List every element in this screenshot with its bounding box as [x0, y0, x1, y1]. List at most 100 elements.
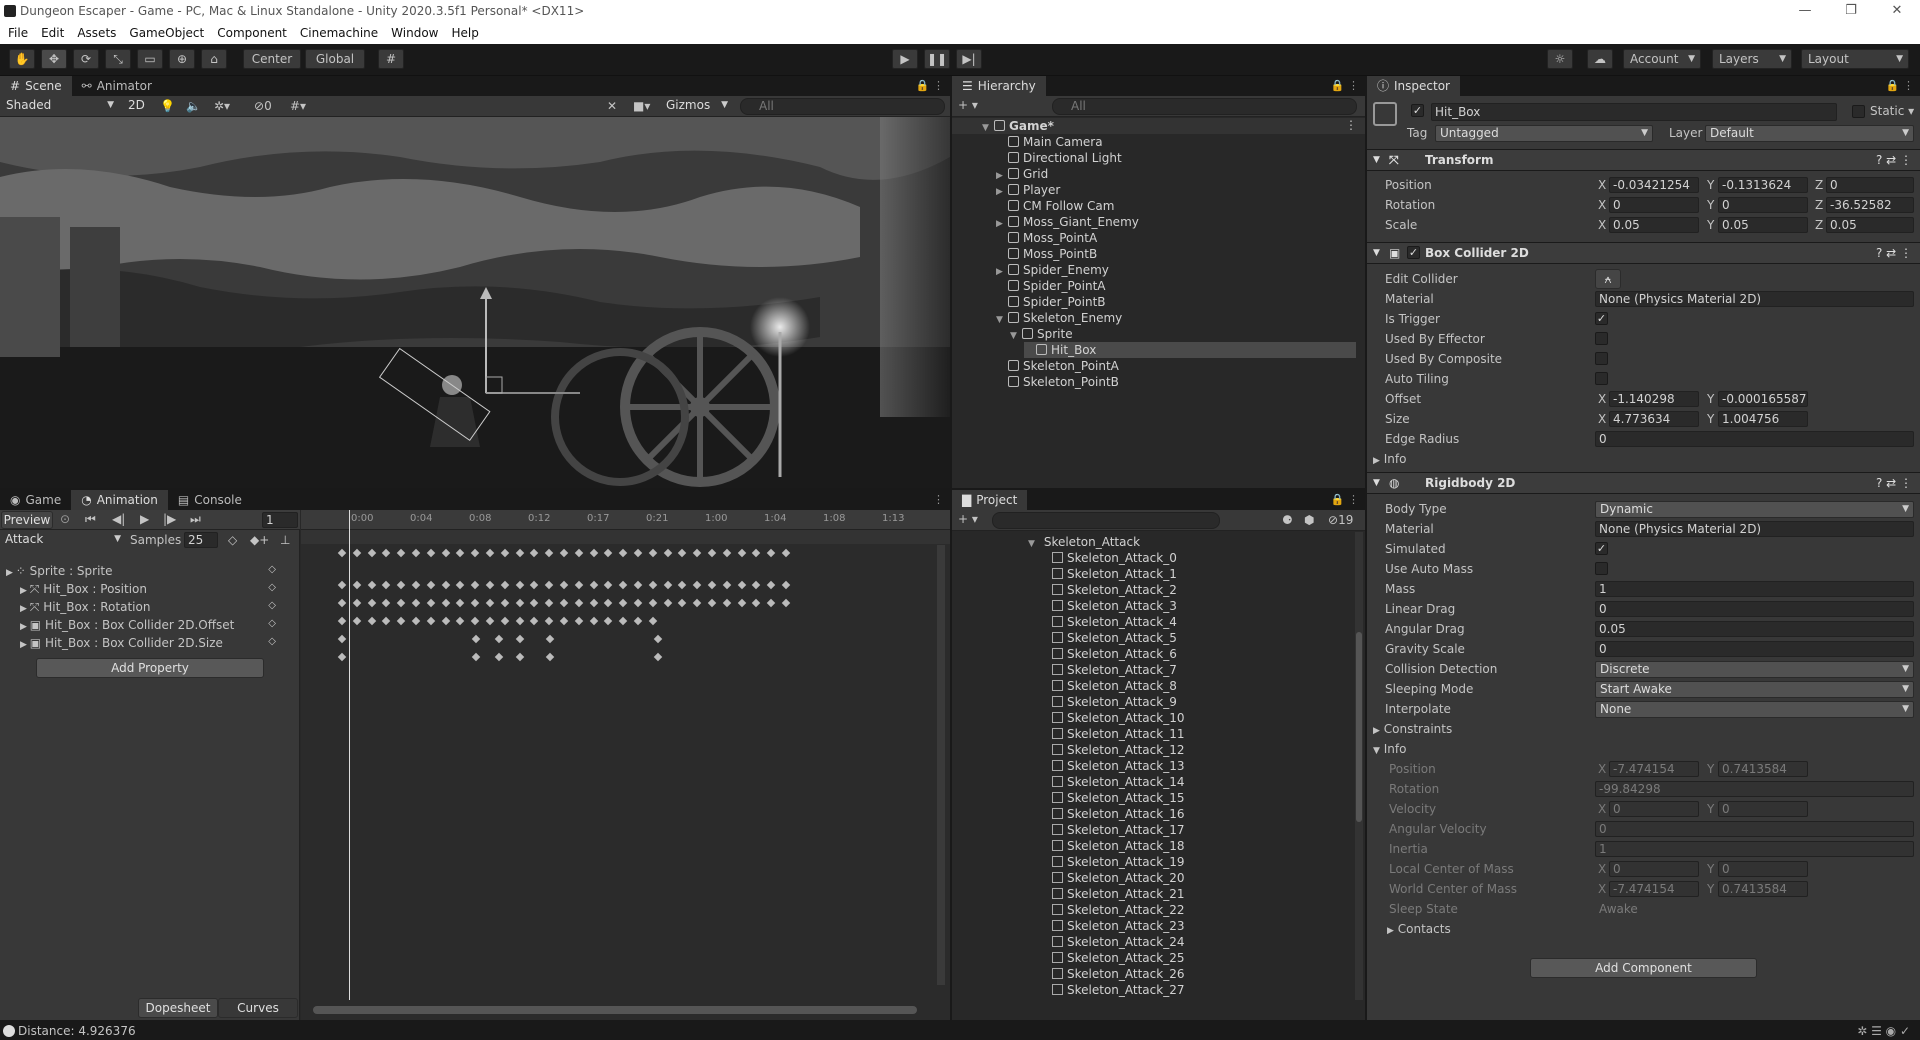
contacts-foldout[interactable]: ▶ Contacts [1387, 922, 1451, 936]
fold-arrow-icon[interactable]: ▼ [1373, 150, 1380, 170]
keyframe-diamond[interactable] [471, 652, 481, 662]
menu-assets[interactable]: Assets [77, 22, 116, 44]
hierarchy-item[interactable]: ▶ Grid [996, 166, 1356, 182]
curves-tab[interactable]: Curves [218, 998, 298, 1018]
auto-tiling-checkbox[interactable] [1595, 372, 1608, 385]
transform-tool-icon[interactable]: ⊕ [169, 49, 195, 69]
hierarchy-item[interactable]: ▶ Player [996, 182, 1356, 198]
property-keyframe-icon[interactable]: ◇ [268, 582, 276, 593]
keyframe-diamond[interactable] [500, 616, 510, 626]
layers-dropdown[interactable]: Layers ▼ [1712, 49, 1792, 69]
add-component-button[interactable]: Add Component [1530, 958, 1757, 978]
keyframe-diamond[interactable] [722, 580, 732, 590]
keyframe-diamond[interactable] [337, 652, 347, 662]
keyframe-diamond[interactable] [494, 652, 504, 662]
hand-tool-icon[interactable]: ✋ [9, 49, 35, 69]
keyframe-diamond[interactable] [633, 580, 643, 590]
keyframe-diamond[interactable] [544, 580, 554, 590]
frame-field[interactable]: 1 [262, 512, 298, 528]
offset-y-field[interactable]: -0.0001655873 [1718, 391, 1808, 407]
scale-y-field[interactable]: 0.05 [1718, 217, 1808, 233]
position-z-field[interactable]: 0 [1826, 177, 1914, 193]
keyframe-diamond[interactable] [618, 598, 628, 608]
scene-menu-icon[interactable]: ⋮ [1345, 118, 1357, 132]
project-asset-item[interactable]: Skeleton_Attack_9 [1052, 694, 1177, 710]
camera-icon[interactable]: ■▾ [633, 99, 650, 113]
keyframe-diamond[interactable] [766, 548, 776, 558]
keyframe-diamond[interactable] [456, 598, 465, 608]
keyframe-diamond[interactable] [441, 548, 450, 558]
timeline-vscroll[interactable] [937, 545, 945, 985]
linear-drag-field[interactable]: 0 [1595, 601, 1914, 617]
keyframe-diamond[interactable] [337, 598, 347, 608]
animated-property-row[interactable]: ▶ ⁘ Sprite : Sprite ◇ [6, 564, 276, 578]
filter-label-icon[interactable]: ⬢ [1304, 513, 1314, 527]
keyframe-diamond[interactable] [337, 580, 347, 590]
keyframe-diamond[interactable] [781, 548, 791, 558]
keyframe-diamond[interactable] [352, 598, 362, 608]
keyframe-diamond[interactable] [574, 580, 584, 590]
layout-dropdown[interactable]: Layout ▼ [1801, 49, 1909, 69]
hierarchy-item[interactable]: Spider_PointB [996, 294, 1356, 310]
project-asset-item[interactable]: Skeleton_Attack_0 [1052, 550, 1177, 566]
keyframe-diamond[interactable] [382, 598, 391, 608]
keyframe-diamond[interactable] [426, 580, 436, 590]
keyframe-diamond[interactable] [456, 616, 465, 626]
pivot-toggle-button[interactable]: Center [243, 49, 301, 69]
size-y-field[interactable]: 1.004756 [1718, 411, 1808, 427]
keyframe-diamond[interactable] [530, 580, 539, 590]
property-keyframe-icon[interactable]: ◇ [268, 564, 276, 575]
project-asset-item[interactable]: Skeleton_Attack_25 [1052, 950, 1184, 966]
project-create-icon[interactable]: + ▾ [958, 512, 978, 526]
keyframe-diamond[interactable] [781, 598, 791, 608]
component-menu-icon[interactable]: ? ⇄ ⋮ [1876, 473, 1912, 493]
keyframe-diamond[interactable] [500, 548, 510, 558]
keyframe-diamond[interactable] [441, 598, 450, 608]
project-asset-item[interactable]: Skeleton_Attack_7 [1052, 662, 1177, 678]
keyframe-diamond[interactable] [678, 598, 687, 608]
tab-animator[interactable]: ⚯ Animator [72, 76, 162, 96]
project-asset-item[interactable]: Skeleton_Attack_15 [1052, 790, 1184, 806]
hierarchy-item[interactable]: CM Follow Cam [996, 198, 1356, 214]
project-folder-row[interactable]: ▼ Skeleton_Attack [1028, 534, 1140, 550]
hierarchy-item[interactable]: ▶ Spider_Enemy [996, 262, 1356, 278]
keyframe-diamond[interactable] [485, 580, 495, 590]
rotation-y-field[interactable]: 0 [1718, 197, 1808, 213]
play-button[interactable]: ▶ [892, 49, 918, 69]
project-asset-item[interactable]: Skeleton_Attack_26 [1052, 966, 1184, 982]
keyframe-diamond[interactable] [426, 548, 436, 558]
hierarchy-item[interactable]: ▶ Moss_Giant_Enemy [996, 214, 1356, 230]
record-icon[interactable]: ⊙ [60, 512, 70, 526]
edit-collider-button[interactable]: ⍲ [1595, 269, 1621, 289]
event-lane[interactable] [301, 530, 950, 544]
event-marker-icon[interactable]: ⊥ [280, 533, 290, 547]
custom-tool-icon[interactable]: ⌂ [201, 49, 227, 69]
move-tool-icon[interactable]: ✥ [41, 49, 67, 69]
keyframe-diamond[interactable] [382, 616, 391, 626]
samples-field[interactable]: 25 [184, 532, 218, 548]
keyframe-diamond[interactable] [589, 616, 598, 626]
collab-icon[interactable]: ☼ [1547, 49, 1573, 69]
menu-cinemachine[interactable]: Cinemachine [300, 22, 378, 44]
keyframe-diamond[interactable] [530, 616, 539, 626]
hierarchy-item[interactable]: Skeleton_PointA [996, 358, 1356, 374]
project-asset-item[interactable]: Skeleton_Attack_19 [1052, 854, 1184, 870]
keyframe-diamond[interactable] [382, 580, 391, 590]
rotation-x-field[interactable]: 0 [1609, 197, 1699, 213]
minimize-icon[interactable]: — [1782, 0, 1828, 22]
keyframe-diamond[interactable] [604, 580, 613, 590]
edge-radius-field[interactable]: 0 [1595, 431, 1914, 447]
layer-dropdown[interactable]: Default ▼ [1705, 125, 1914, 142]
keyframe-diamond[interactable] [515, 652, 525, 662]
hierarchy-item[interactable]: ▼ Skeleton_Enemy [996, 310, 1356, 326]
first-keyframe-icon[interactable]: ⏮ [85, 512, 96, 527]
keyframe-diamond[interactable] [559, 616, 569, 626]
scale-z-field[interactable]: 0.05 [1826, 217, 1914, 233]
position-y-field[interactable]: -0.1313624 [1718, 177, 1808, 193]
keyframe-diamond[interactable] [692, 580, 702, 590]
hierarchy-search-input[interactable]: All [1052, 98, 1357, 115]
keyframe-diamond[interactable] [648, 598, 658, 608]
rb-material-field[interactable]: None (Physics Material 2D) [1595, 521, 1914, 537]
hierarchy-item[interactable]: Main Camera [996, 134, 1356, 150]
animated-property-row[interactable]: ▶ ⤧ Hit_Box : Position ◇ [20, 582, 276, 597]
